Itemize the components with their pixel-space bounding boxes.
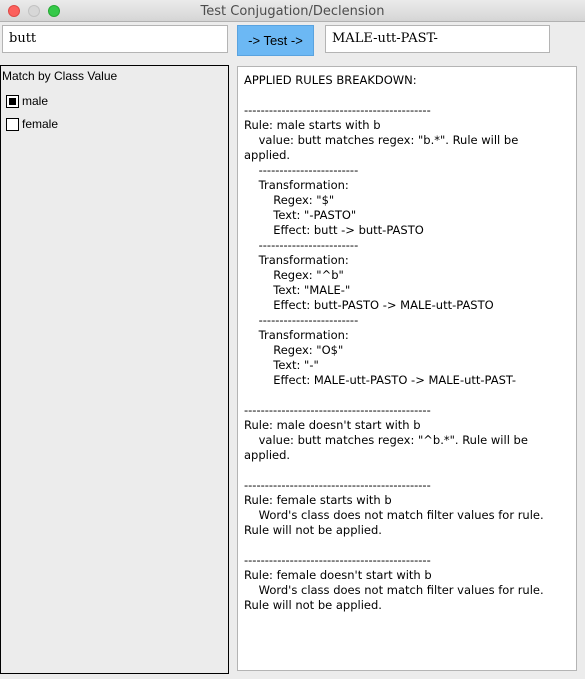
class-option-female[interactable]: female: [6, 117, 58, 131]
word-input[interactable]: butt: [2, 25, 228, 53]
window-title: Test Conjugation/Declension: [200, 4, 385, 19]
rules-breakdown-text: APPLIED RULES BREAKDOWN: ---------------…: [244, 73, 544, 612]
male-checkbox-label: male: [22, 94, 49, 108]
test-button[interactable]: -> Test ->: [237, 25, 314, 56]
class-filter-heading: Match by Class Value: [2, 69, 118, 83]
rules-breakdown-panel[interactable]: APPLIED RULES BREAKDOWN: ---------------…: [237, 66, 577, 671]
class-filter-panel: Match by Class Value male female: [0, 65, 229, 674]
female-checkbox[interactable]: [6, 117, 19, 131]
title-bar: Test Conjugation/Declension: [0, 0, 585, 22]
result-output-field[interactable]: MALE-utt-PAST-: [325, 25, 550, 53]
male-checkbox[interactable]: [6, 94, 19, 108]
class-option-male[interactable]: male: [6, 94, 48, 108]
female-checkbox-label: female: [22, 117, 59, 131]
